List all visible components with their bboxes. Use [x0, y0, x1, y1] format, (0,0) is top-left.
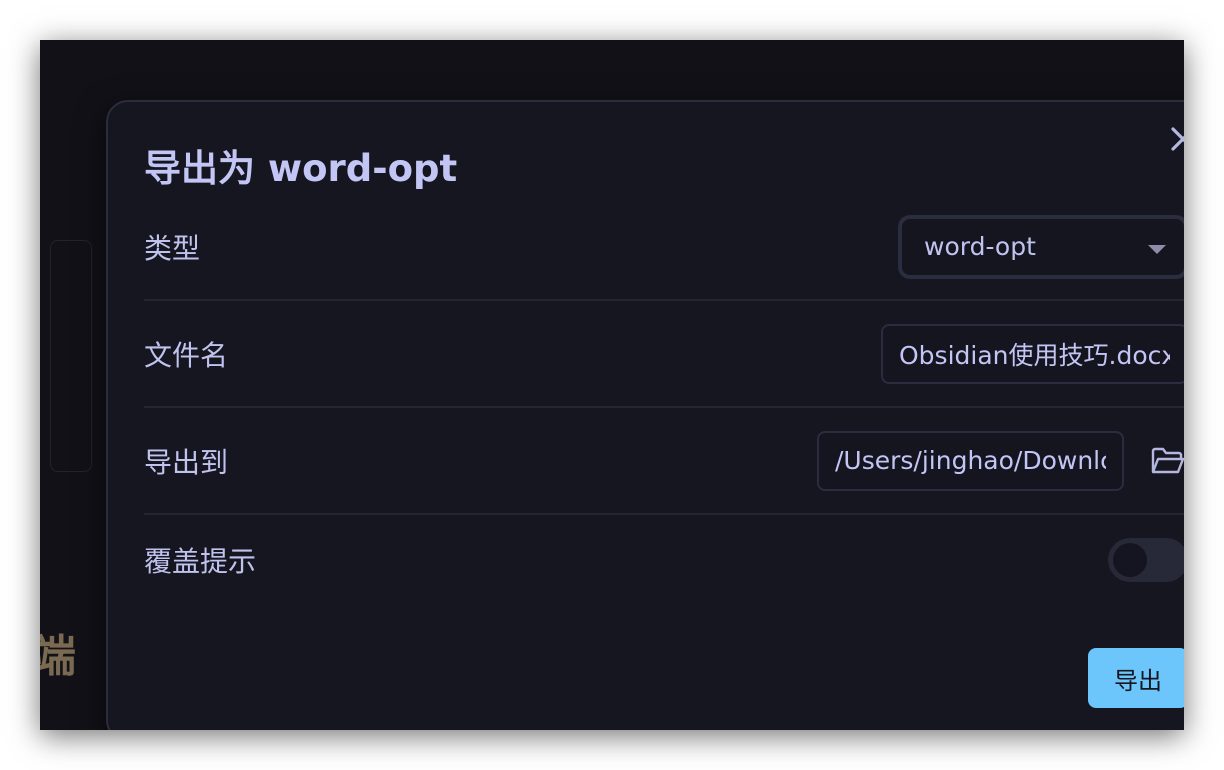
overwrite-row: 覆盖提示: [144, 506, 1184, 613]
folder-open-icon[interactable]: [1148, 441, 1184, 481]
filename-input[interactable]: [881, 323, 1184, 384]
export-path-group: [817, 430, 1184, 491]
type-select[interactable]: word-opt: [898, 214, 1184, 279]
overwrite-toggle[interactable]: [1108, 537, 1184, 582]
filename-label: 文件名: [144, 338, 229, 372]
filename-row: 文件名: [144, 301, 1184, 408]
background-panel: [50, 240, 92, 472]
export-path-row: 导出到: [144, 408, 1184, 515]
type-label: 类型: [144, 231, 201, 265]
dialog-title: 导出为 word-opt: [144, 147, 458, 190]
close-icon[interactable]: [1168, 124, 1184, 154]
type-row: 类型 word-opt: [144, 194, 1184, 301]
export-path-label: 导出到: [144, 445, 229, 479]
background-text: 端: [40, 631, 76, 682]
export-button[interactable]: 导出: [1088, 648, 1184, 708]
toggle-knob: [1113, 542, 1147, 577]
export-path-input[interactable]: [817, 430, 1124, 491]
type-select-value: word-opt: [924, 232, 1036, 261]
export-dialog: 导出为 word-opt 类型 word-opt 文件名 导出到: [106, 100, 1184, 730]
app-window: 端 导出为 word-opt 类型 word-opt 文件名 导出到: [40, 40, 1184, 730]
overwrite-label: 覆盖提示: [144, 544, 257, 578]
chevron-down-icon: [1148, 244, 1166, 254]
